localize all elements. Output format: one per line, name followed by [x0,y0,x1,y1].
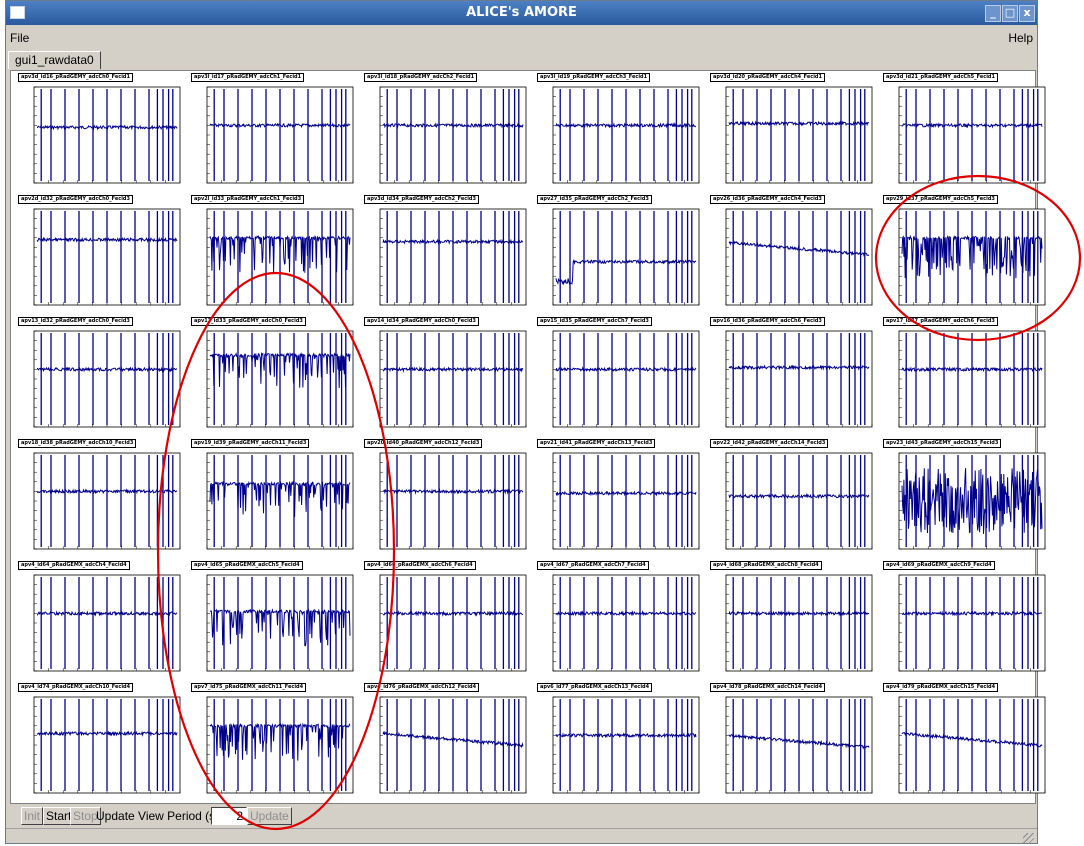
plot-pad[interactable]: apv29_id37_pRadGEMY_adcCh5_Fecid3 [882,195,1054,316]
menu-help[interactable]: Help [1008,31,1033,45]
plot-title: apv4_id78_pRadGEMX_adcCh14_Fecid4 [710,683,826,692]
plot-pad[interactable]: apv27_id35_pRadGEMY_adcCh2_Fecid3 [536,195,708,316]
plot-title: apv3d_id16_pRadGEMY_adcCh0_Fecid1 [18,73,133,82]
plot-pad[interactable]: apv4_id78_pRadGEMX_adcCh14_Fecid4 [709,683,881,804]
plot-title: apv4_id66_pRadGEMX_adcCh6_Fecid4 [364,561,476,570]
maximize-button[interactable]: □ [1002,5,1018,22]
plot-pad[interactable]: apv21_id41_pRadGEMY_adcCh13_Fecid3 [536,439,708,560]
plot-pad[interactable]: apv13_id33_pRadGEMY_adcCh0_Fecid3 [190,317,362,438]
plot-pad[interactable]: apv4_id79_pRadGEMX_adcCh15_Fecid4 [882,683,1054,804]
minimize-button[interactable]: _ [985,5,1001,22]
plot-pad[interactable]: apv4_id67_pRadGEMX_adcCh7_Fecid4 [536,561,708,682]
plot-pad[interactable]: apv3d_id21_pRadGEMY_adcCh5_Fecid1 [882,73,1054,194]
plot-pad[interactable]: apv2d_id32_pRadGEMY_adcCh0_Fecid3 [17,195,189,316]
control-toolbar: Init Start Stop Update View Period (sec)… [6,805,1037,827]
plot-pad[interactable]: apv15_id35_pRadGEMY_adcCh7_Fecid3 [536,317,708,438]
update-period-input[interactable] [211,807,247,825]
plot-title: apv16_id36_pRadGEMY_adcCh6_Fecid3 [710,317,825,326]
plot-pad[interactable]: apv3d_id34_pRadGEMY_adcCh2_Fecid3 [363,195,535,316]
plot-title: apv3d_id20_pRadGEMY_adcCh4_Fecid1 [710,73,825,82]
plot-pad[interactable]: apv6_id77_pRadGEMX_adcCh13_Fecid4 [536,683,708,804]
plot-canvas[interactable]: apv3d_id16_pRadGEMY_adcCh0_Fecid1 apv3l_i… [10,70,1046,804]
plot-pad[interactable]: apv19_id39_pRadGEMY_adcCh11_Fecid3 [190,439,362,560]
plot-title: apv14_id34_pRadGEMY_adcCh0_Fecid3 [364,317,479,326]
plot-pad[interactable]: apv18_id38_pRadGEMY_adcCh10_Fecid3 [17,439,189,560]
plot-pad[interactable]: apv23_id43_pRadGEMY_adcCh15_Fecid3 [882,439,1054,560]
plot-pad[interactable]: apv4_id66_pRadGEMX_adcCh6_Fecid4 [363,561,535,682]
plot-pad[interactable]: apv13_id32_pRadGEMY_adcCh0_Fecid3 [17,317,189,438]
plot-title: apv22_id42_pRadGEMY_adcCh14_Fecid3 [710,439,829,448]
plot-pad[interactable]: apv3d_id20_pRadGEMY_adcCh4_Fecid1 [709,73,881,194]
plot-title: apv18_id38_pRadGEMY_adcCh10_Fecid3 [18,439,137,448]
plot-pad[interactable]: apv20_id40_pRadGEMY_adcCh12_Fecid3 [363,439,535,560]
plot-pad[interactable]: apv26_id36_pRadGEMY_adcCh4_Fecid3 [709,195,881,316]
plot-title: apv29_id37_pRadGEMY_adcCh5_Fecid3 [883,195,998,204]
menu-bar: File Help [6,26,1037,47]
tab-bar: gui1_rawdata0 [6,48,1037,70]
plot-title: apv15_id35_pRadGEMY_adcCh7_Fecid3 [537,317,652,326]
plot-pad[interactable]: apv4_id74_pRadGEMX_adcCh10_Fecid4 [17,683,189,804]
plot-title: apv6_id77_pRadGEMX_adcCh13_Fecid4 [537,683,653,692]
plot-title: apv4_id67_pRadGEMX_adcCh7_Fecid4 [537,561,649,570]
plot-title: apv3l_id19_pRadGEMY_adcCh3_Fecid1 [537,73,651,82]
plot-title: apv27_id35_pRadGEMY_adcCh2_Fecid3 [537,195,652,204]
plot-title: apv4_id64_pRadGEMX_adcCh4_Fecid4 [18,561,130,570]
plot-title: apv21_id41_pRadGEMY_adcCh13_Fecid3 [537,439,656,448]
plot-title: apv13_id32_pRadGEMY_adcCh0_Fecid3 [18,317,133,326]
plot-title: apv4_id79_pRadGEMX_adcCh15_Fecid4 [883,683,999,692]
plot-pad[interactable]: apv4_id69_pRadGEMX_adcCh9_Fecid4 [882,561,1054,682]
plot-pad[interactable]: apv14_id34_pRadGEMY_adcCh0_Fecid3 [363,317,535,438]
plot-title: apv4_id68_pRadGEMX_adcCh8_Fecid4 [710,561,822,570]
plot-title: apv3l_id17_pRadGEMY_adcCh1_Fecid1 [191,73,305,82]
plot-pad[interactable]: apv3l_id19_pRadGEMY_adcCh3_Fecid1 [536,73,708,194]
plot-title: apv3l_id18_pRadGEMY_adcCh2_Fecid1 [364,73,478,82]
plot-pad[interactable]: apv2l_id33_pRadGEMY_adcCh1_Fecid3 [190,195,362,316]
plot-pad[interactable]: apv22_id42_pRadGEMY_adcCh14_Fecid3 [709,439,881,560]
update-button[interactable]: Update [247,807,292,825]
plot-title: apv3d_id21_pRadGEMY_adcCh5_Fecid1 [883,73,998,82]
plot-title: apv20_id40_pRadGEMY_adcCh12_Fecid3 [364,439,483,448]
plot-pad[interactable]: apv3l_id18_pRadGEMY_adcCh2_Fecid1 [363,73,535,194]
plot-pad[interactable]: apv16_id36_pRadGEMY_adcCh6_Fecid3 [709,317,881,438]
plot-pad[interactable]: apv4_id65_pRadGEMX_adcCh5_Fecid4 [190,561,362,682]
plot-pad[interactable]: apv7_id75_pRadGEMX_adcCh11_Fecid4 [190,683,362,804]
plot-title: apv4_id69_pRadGEMX_adcCh9_Fecid4 [883,561,995,570]
plot-title: apv4_id65_pRadGEMX_adcCh5_Fecid4 [191,561,303,570]
plot-title: apv4_id74_pRadGEMX_adcCh10_Fecid4 [18,683,134,692]
plot-pad[interactable]: apv4_id68_pRadGEMX_adcCh8_Fecid4 [709,561,881,682]
plot-title: apv3d_id34_pRadGEMY_adcCh2_Fecid3 [364,195,479,204]
plot-title: apv13_id33_pRadGEMY_adcCh0_Fecid3 [191,317,306,326]
app-window: ALICE's AMORE _ □ x File Help gui1_rawda… [5,0,1046,846]
plot-title: apv19_id39_pRadGEMY_adcCh11_Fecid3 [191,439,310,448]
status-bar [6,828,1037,846]
plot-pad[interactable]: apv4_id76_pRadGEMX_adcCh12_Fecid4 [363,683,535,804]
plot-title: apv17_id37_pRadGEMY_adcCh6_Fecid3 [883,317,998,326]
init-button[interactable]: Init [21,807,44,825]
plot-title: apv23_id43_pRadGEMY_adcCh15_Fecid3 [883,439,1002,448]
menu-file[interactable]: File [10,31,29,45]
plot-pad[interactable]: apv17_id37_pRadGEMY_adcCh6_Fecid3 [882,317,1054,438]
plot-pad[interactable]: apv3d_id16_pRadGEMY_adcCh0_Fecid1 [17,73,189,194]
plot-title: apv7_id75_pRadGEMX_adcCh11_Fecid4 [191,683,307,692]
plot-title: apv2l_id33_pRadGEMY_adcCh1_Fecid3 [191,195,305,204]
plot-title: apv4_id76_pRadGEMX_adcCh12_Fecid4 [364,683,480,692]
tab-gui1-rawdata0[interactable]: gui1_rawdata0 [8,51,101,69]
plot-pad[interactable]: apv4_id64_pRadGEMX_adcCh4_Fecid4 [17,561,189,682]
close-button[interactable]: x [1019,5,1035,22]
plot-pad[interactable]: apv3l_id17_pRadGEMY_adcCh1_Fecid1 [190,73,362,194]
plot-title: apv2d_id32_pRadGEMY_adcCh0_Fecid3 [18,195,133,204]
title-bar[interactable]: ALICE's AMORE _ □ x [6,1,1037,25]
plot-title: apv26_id36_pRadGEMY_adcCh4_Fecid3 [710,195,825,204]
resize-grip-icon[interactable] [1023,833,1034,844]
window-title: ALICE's AMORE [466,5,577,20]
